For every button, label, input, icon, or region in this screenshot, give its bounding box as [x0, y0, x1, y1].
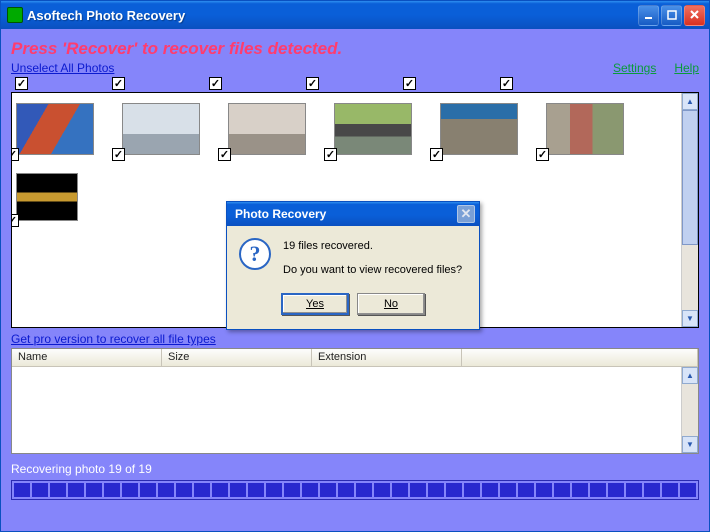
settings-link[interactable]: Settings: [613, 61, 656, 75]
table-header: Name Size Extension: [12, 349, 698, 367]
photo-image: [16, 103, 94, 155]
app-icon: [7, 7, 23, 23]
checkbox-icon[interactable]: ✓: [15, 77, 28, 90]
scroll-track[interactable]: [682, 384, 698, 436]
help-link[interactable]: Help: [674, 61, 699, 75]
scroll-up-icon[interactable]: ▲: [682, 367, 698, 384]
thumbnail-checkbox-icon[interactable]: ✓: [430, 148, 443, 161]
instruction-text: Press 'Recover' to recover files detecte…: [11, 39, 699, 59]
thumbnail-checkbox-icon[interactable]: ✓: [324, 148, 337, 161]
file-table: Name Size Extension ▲ ▼: [11, 348, 699, 454]
dialog-line2: Do you want to view recovered files?: [283, 262, 462, 280]
recovery-dialog: Photo Recovery ✕ ? 19 files recovered. D…: [226, 201, 480, 330]
photo-thumbnail[interactable]: ✓: [228, 103, 310, 155]
photo-thumbnail[interactable]: ✓: [440, 103, 522, 155]
titlebar: Asoftech Photo Recovery: [1, 1, 709, 29]
question-icon: ?: [239, 238, 271, 270]
scroll-down-icon[interactable]: ▼: [682, 436, 698, 453]
photo-thumbnail[interactable]: ✓: [16, 173, 98, 221]
table-scrollbar[interactable]: ▲ ▼: [681, 367, 698, 453]
scroll-track[interactable]: [682, 110, 698, 310]
dialog-close-button[interactable]: ✕: [457, 205, 475, 223]
checkbox-header-row: ✓ ✓ ✓ ✓ ✓ ✓: [11, 77, 699, 90]
dialog-line1: 19 files recovered.: [283, 238, 462, 256]
close-button[interactable]: [684, 5, 705, 26]
checkbox-icon[interactable]: ✓: [112, 77, 125, 90]
scroll-up-icon[interactable]: ▲: [682, 93, 698, 110]
photo-image: [16, 173, 78, 221]
thumbnail-checkbox-icon[interactable]: ✓: [218, 148, 231, 161]
photo-image: [546, 103, 624, 155]
checkbox-icon[interactable]: ✓: [209, 77, 222, 90]
pro-version-link[interactable]: Get pro version to recover all file type…: [11, 332, 216, 346]
app-window: Asoftech Photo Recovery Press 'Recover' …: [0, 0, 710, 532]
column-header-spacer: [462, 349, 698, 366]
maximize-button[interactable]: [661, 5, 682, 26]
thumbnail-checkbox-icon[interactable]: ✓: [112, 148, 125, 161]
checkbox-icon[interactable]: ✓: [403, 77, 416, 90]
dialog-body: ? 19 files recovered. Do you want to vie…: [227, 226, 479, 329]
thumbnail-checkbox-icon[interactable]: ✓: [11, 148, 19, 161]
column-header-extension[interactable]: Extension: [312, 349, 462, 366]
scroll-thumb[interactable]: [682, 110, 698, 245]
photo-thumbnail[interactable]: ✓: [334, 103, 416, 155]
column-header-name[interactable]: Name: [12, 349, 162, 366]
photo-image: [440, 103, 518, 155]
yes-button[interactable]: Yes: [281, 293, 349, 315]
photo-image: [334, 103, 412, 155]
photo-image: [122, 103, 200, 155]
thumbnail-checkbox-icon[interactable]: ✓: [11, 214, 19, 227]
progress-bar: [11, 480, 699, 500]
photo-thumbnail[interactable]: ✓: [16, 103, 98, 155]
dialog-title: Photo Recovery: [235, 207, 457, 221]
window-title: Asoftech Photo Recovery: [27, 8, 638, 23]
window-controls: [638, 5, 705, 26]
photo-thumbnail[interactable]: ✓: [546, 103, 628, 155]
dialog-titlebar: Photo Recovery ✕: [227, 202, 479, 226]
checkbox-icon[interactable]: ✓: [306, 77, 319, 90]
photo-thumbnail[interactable]: ✓: [122, 103, 204, 155]
thumbnail-scrollbar[interactable]: ▲ ▼: [681, 93, 698, 327]
checkbox-icon[interactable]: ✓: [500, 77, 513, 90]
status-text: Recovering photo 19 of 19: [11, 462, 699, 476]
unselect-all-link[interactable]: Unselect All Photos: [11, 61, 114, 75]
photo-image: [228, 103, 306, 155]
scroll-down-icon[interactable]: ▼: [682, 310, 698, 327]
dialog-text: 19 files recovered. Do you want to view …: [283, 238, 462, 279]
minimize-button[interactable]: [638, 5, 659, 26]
top-links: Unselect All Photos Settings Help: [11, 61, 699, 75]
no-button[interactable]: No: [357, 293, 425, 315]
column-header-size[interactable]: Size: [162, 349, 312, 366]
thumbnail-checkbox-icon[interactable]: ✓: [536, 148, 549, 161]
